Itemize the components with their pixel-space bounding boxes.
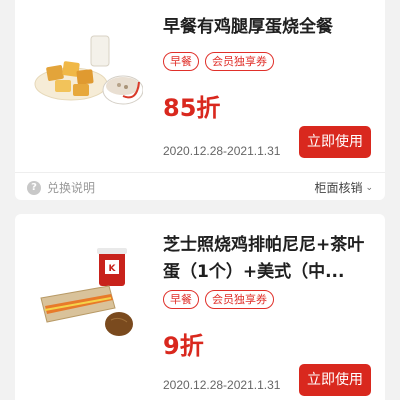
coupon-card-1[interactable]: 早餐有鸡腿厚蛋烧全餐 早餐 会员独享券 85折 2020.12.28-2021.… xyxy=(15,0,385,172)
discount-value: 85折 xyxy=(163,94,221,122)
counter-redeem-label: 柜面核销 xyxy=(314,181,363,195)
coupon-card-1-footer: ? 兑换说明 柜面核销 ⌄ xyxy=(15,172,385,200)
use-now-button[interactable]: 立即使用 xyxy=(299,126,371,158)
coupon-title: 芝士照烧鸡排帕尼尼+茶叶蛋（1个）+美式（中... xyxy=(163,235,365,282)
tag-breakfast: 早餐 xyxy=(163,290,199,309)
question-circle-icon: ? xyxy=(27,180,41,195)
redeem-instructions-label: 兑换说明 xyxy=(47,181,96,195)
chevron-down-icon: ⌄ xyxy=(365,182,373,193)
redeem-instructions-link[interactable]: ? 兑换说明 xyxy=(27,179,95,196)
tag-member-exclusive: 会员独享券 xyxy=(205,52,274,71)
tag-breakfast: 早餐 xyxy=(163,52,199,71)
use-now-button[interactable]: 立即使用 xyxy=(299,364,371,396)
panini-combo-image: K xyxy=(37,246,147,346)
coupon-tags: 早餐 会员独享券 xyxy=(163,290,274,309)
discount-value: 9折 xyxy=(163,332,204,360)
valid-date-range: 2020.12.28-2021.1.31 xyxy=(163,144,281,158)
counter-redeem-toggle[interactable]: 柜面核销 ⌄ xyxy=(314,179,373,196)
tag-member-exclusive: 会员独享券 xyxy=(205,290,274,309)
coupon-card-2[interactable]: K 芝士照烧鸡排帕尼尼+茶叶蛋（1个）+美式（中... 早餐 会员独享券 9折 … xyxy=(15,214,385,400)
coupon-title: 早餐有鸡腿厚蛋烧全餐 xyxy=(163,17,333,37)
coupon-tags: 早餐 会员独享券 xyxy=(163,52,274,71)
svg-text:K: K xyxy=(109,264,117,274)
breakfast-meal-image xyxy=(33,32,144,132)
valid-date-range: 2020.12.28-2021.1.31 xyxy=(163,378,281,392)
